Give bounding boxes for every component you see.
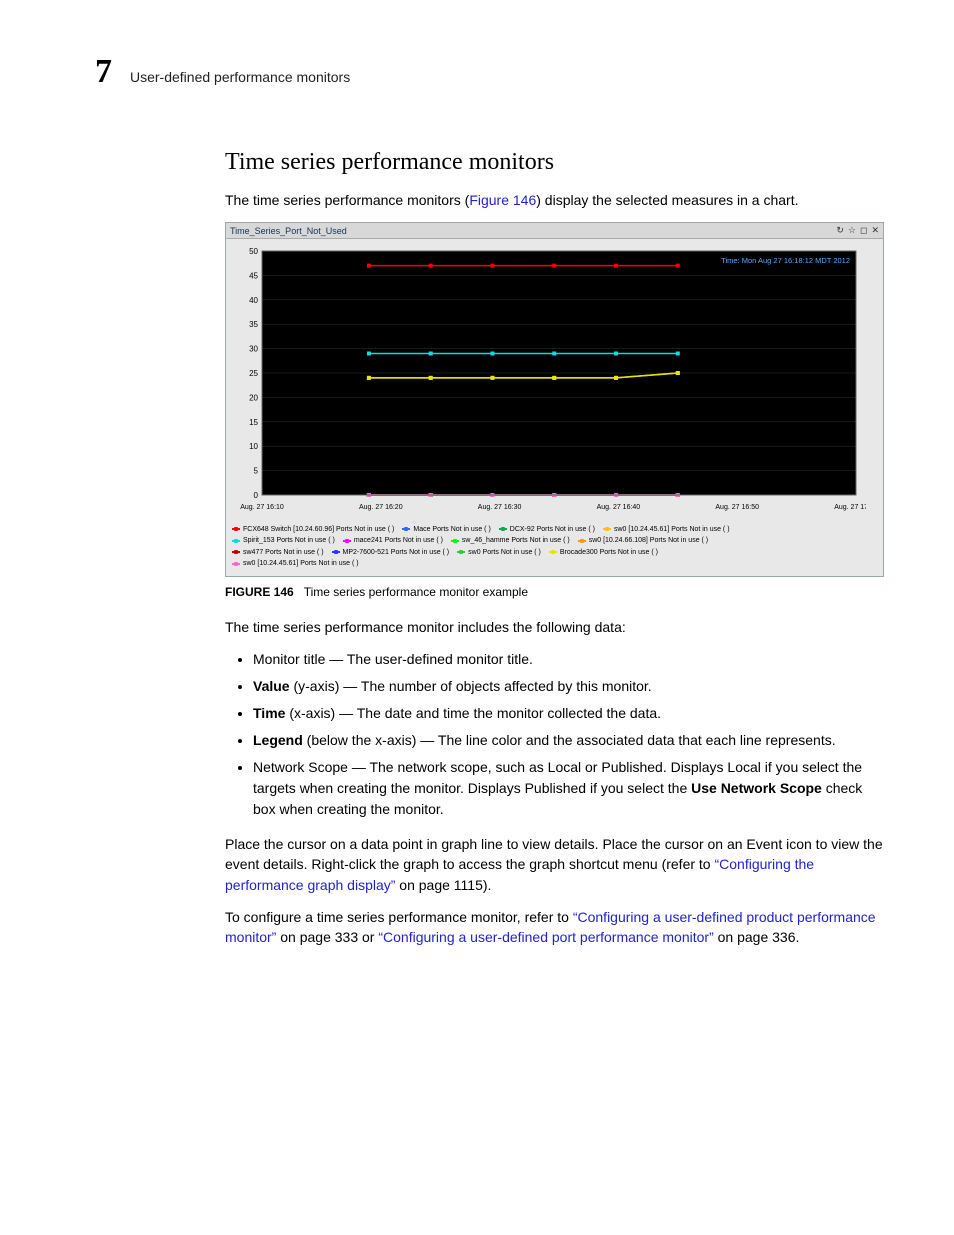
svg-text:40: 40 [249, 296, 258, 305]
legend-item: MP2-7600-521 Ports Not in use ( ) [332, 547, 450, 558]
svg-text:Time: Mon Aug 27 16:18:12 MDT: Time: Mon Aug 27 16:18:12 MDT 2012 [721, 256, 850, 265]
svg-text:Aug. 27 16:20: Aug. 27 16:20 [359, 504, 403, 511]
list-item: Value (y-axis) — The number of objects a… [253, 676, 884, 697]
legend-item: sw0 [10.24.45.61] Ports Not in use ( ) [603, 524, 730, 535]
section-title: Time series performance monitors [225, 149, 884, 176]
figure-container: Time_Series_Port_Not_Used ↻ ☆ ◻ ✕ 0 5 10 15… [225, 222, 884, 598]
list-item: Monitor title — The user-defined monitor… [253, 649, 884, 670]
paragraph-cursor: Place the cursor on a data point in grap… [225, 834, 884, 895]
list-item: Network Scope — The network scope, such … [253, 757, 884, 820]
svg-text:Aug. 27 17:00: Aug. 27 17:00 [834, 504, 866, 511]
figure-caption-text: Time series performance monitor example [304, 585, 528, 599]
bullet-list: Monitor title — The user-defined monitor… [225, 649, 884, 820]
figure-xref-link[interactable]: Figure 146 [469, 192, 536, 208]
intro-text-pre: The time series performance monitors ( [225, 192, 469, 208]
svg-text:25: 25 [249, 369, 258, 378]
chart-title: Time_Series_Port_Not_Used [230, 226, 347, 236]
svg-text:15: 15 [249, 418, 258, 427]
config-port-monitor-link[interactable]: “Configuring a user-defined port perform… [378, 929, 713, 945]
legend-item: sw477 Ports Not in use ( ) [232, 547, 324, 558]
close-icon[interactable]: ✕ [871, 225, 879, 236]
svg-text:45: 45 [249, 272, 258, 281]
svg-text:Aug. 27 16:10: Aug. 27 16:10 [240, 504, 284, 511]
legend-item: mace241 Ports Not in use ( ) [343, 535, 443, 546]
legend-item: DCX-92 Ports Not in use ( ) [499, 524, 595, 535]
list-item: Legend (below the x-axis) — The line col… [253, 730, 884, 751]
legend-item: Brocade300 Ports Not in use ( ) [549, 547, 658, 558]
svg-text:50: 50 [249, 247, 258, 256]
legend-item: sw0 [10.24.45.61] Ports Not in use ( ) [232, 558, 359, 569]
legend-item: sw0 Ports Not in use ( ) [457, 547, 541, 558]
list-item: Time (x-axis) — The date and time the mo… [253, 703, 884, 724]
intro-paragraph: The time series performance monitors (Fi… [225, 190, 884, 210]
svg-text:35: 35 [249, 320, 258, 329]
svg-text:Aug. 27 16:50: Aug. 27 16:50 [715, 504, 759, 511]
svg-text:5: 5 [254, 467, 259, 476]
svg-text:30: 30 [249, 345, 258, 354]
chart-window: Time_Series_Port_Not_Used ↻ ☆ ◻ ✕ 0 5 10 15… [225, 222, 884, 576]
legend-item: sw0 [10.24.66.108] Ports Not in use ( ) [578, 535, 708, 546]
running-title: User-defined performance monitors [130, 69, 350, 85]
refresh-icon[interactable]: ↻ [836, 225, 844, 236]
list-intro: The time series performance monitor incl… [225, 617, 884, 637]
intro-text-post: ) display the selected measures in a cha… [536, 192, 798, 208]
svg-text:20: 20 [249, 394, 258, 403]
figure-number: FIGURE 146 [225, 585, 294, 599]
svg-text:Aug. 27 16:40: Aug. 27 16:40 [597, 504, 641, 511]
legend-item: sw_46_hamme Ports Not in use ( ) [451, 535, 570, 546]
chart-plot-area[interactable]: 0 5 10 15 20 25 30 35 40 45 50 Aug. 27 16:10 Aug. 27… [226, 239, 883, 519]
figure-caption: FIGURE 146 Time series performance monit… [225, 585, 884, 599]
svg-text:Aug. 27 16:30: Aug. 27 16:30 [478, 504, 522, 511]
chart-legend: FCX648 Switch [10.24.60.96] Ports Not in… [226, 519, 883, 575]
pin-icon[interactable]: ☆ [848, 225, 856, 236]
maximize-icon[interactable]: ◻ [860, 225, 867, 236]
svg-text:0: 0 [254, 491, 259, 500]
paragraph-configure: To configure a time series performance m… [225, 907, 884, 948]
chapter-number: 7 [95, 55, 112, 89]
legend-item: Spirit_153 Ports Not in use ( ) [232, 535, 335, 546]
chart-titlebar: Time_Series_Port_Not_Used ↻ ☆ ◻ ✕ [226, 223, 883, 239]
legend-item: FCX648 Switch [10.24.60.96] Ports Not in… [232, 524, 394, 535]
legend-item: Mace Ports Not in use ( ) [402, 524, 490, 535]
running-header: 7 User-defined performance monitors [95, 55, 884, 89]
svg-text:10: 10 [249, 442, 258, 451]
